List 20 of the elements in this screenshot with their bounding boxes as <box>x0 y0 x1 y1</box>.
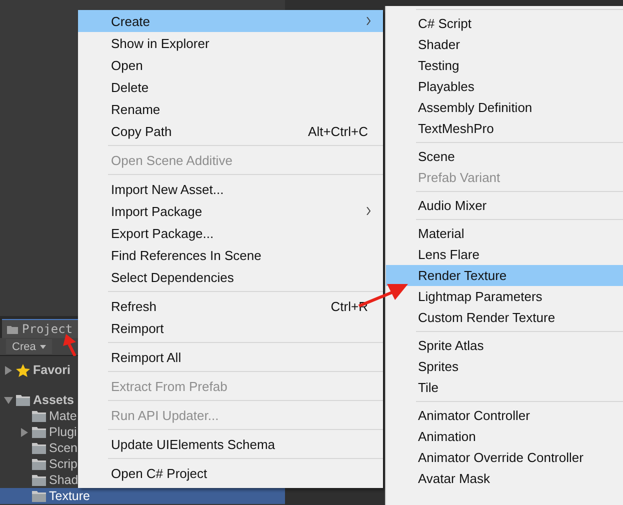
menu-item-label: Update UIElements Schema <box>111 436 276 452</box>
menu-item-label: Refresh <box>111 298 158 314</box>
menu-item-label: Open <box>111 58 144 72</box>
menu-item-label: Find References In Scene <box>111 248 262 262</box>
menu-item-label: Import New Asset... <box>111 182 225 196</box>
menu-item-label: Open C# Project <box>111 466 208 480</box>
menu-item-label: Run API Updater... <box>111 408 220 422</box>
menu-item-label: Import Package <box>111 204 204 218</box>
menu-item-label: Rename <box>111 102 162 116</box>
menu-item-label: Show in Explorer <box>111 36 210 50</box>
menu-item-label: Reimport <box>111 320 165 336</box>
menu-item-label: Select Dependencies <box>111 270 235 284</box>
menu-item-label: Copy Path <box>111 124 173 138</box>
menu-item-label: Extract From Prefab <box>111 378 228 394</box>
menu-item-label: Export Package... <box>111 226 215 240</box>
menu-item-label: Open Scene Additive <box>111 152 234 168</box>
menu-item-label: Create <box>111 14 152 28</box>
shortcut-label: Alt+Ctrl+C <box>308 124 368 138</box>
menu-item-label: Reimport All <box>111 350 182 364</box>
menu-item-label: Delete <box>111 80 150 94</box>
